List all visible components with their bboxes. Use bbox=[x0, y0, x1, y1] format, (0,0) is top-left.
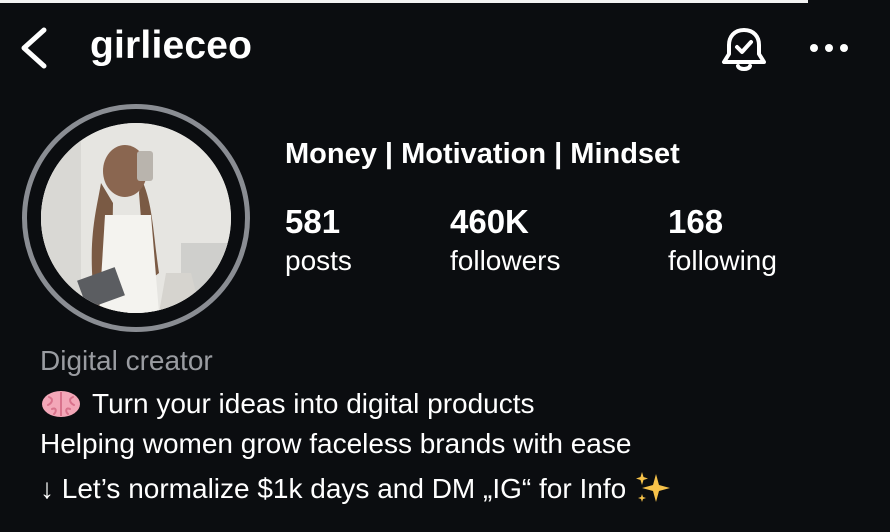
followers-label: followers bbox=[450, 245, 561, 276]
bell-check-icon[interactable] bbox=[718, 24, 770, 76]
sparkles-icon bbox=[634, 470, 672, 506]
posts-label: posts bbox=[285, 245, 352, 276]
profile-category: Digital creator bbox=[40, 345, 213, 376]
more-horizontal-icon[interactable] bbox=[806, 36, 852, 60]
followers-stat[interactable]: 460K followers bbox=[450, 203, 560, 281]
followers-count: 460K bbox=[450, 203, 529, 240]
bio-line-3-text: ↓ Let’s normalize $1k days and DM „IG“ f… bbox=[40, 473, 627, 504]
following-count: 168 bbox=[668, 203, 724, 240]
profile-header: girlieceo bbox=[0, 4, 890, 90]
posts-stat[interactable]: 581 posts bbox=[285, 203, 352, 281]
posts-count: 581 bbox=[285, 203, 341, 240]
profile-headline: Money | Motivation | Mindset bbox=[285, 138, 680, 170]
bio-line-1-text: Turn your ideas into digital products bbox=[92, 388, 535, 419]
chevron-left-icon[interactable] bbox=[18, 26, 50, 70]
top-edge-line bbox=[0, 0, 808, 3]
avatar-photo bbox=[41, 123, 231, 313]
profile-username: girlieceo bbox=[90, 24, 253, 67]
bio-line-2: Helping women grow faceless brands with … bbox=[40, 428, 632, 459]
brain-icon bbox=[40, 389, 82, 419]
profile-avatar[interactable] bbox=[22, 104, 250, 332]
bio-line-1: Turn your ideas into digital products bbox=[40, 388, 535, 420]
bio-line-3: ↓ Let’s normalize $1k days and DM „IG“ f… bbox=[40, 470, 672, 506]
following-stat[interactable]: 168 following bbox=[668, 203, 777, 281]
following-label: following bbox=[668, 245, 777, 276]
